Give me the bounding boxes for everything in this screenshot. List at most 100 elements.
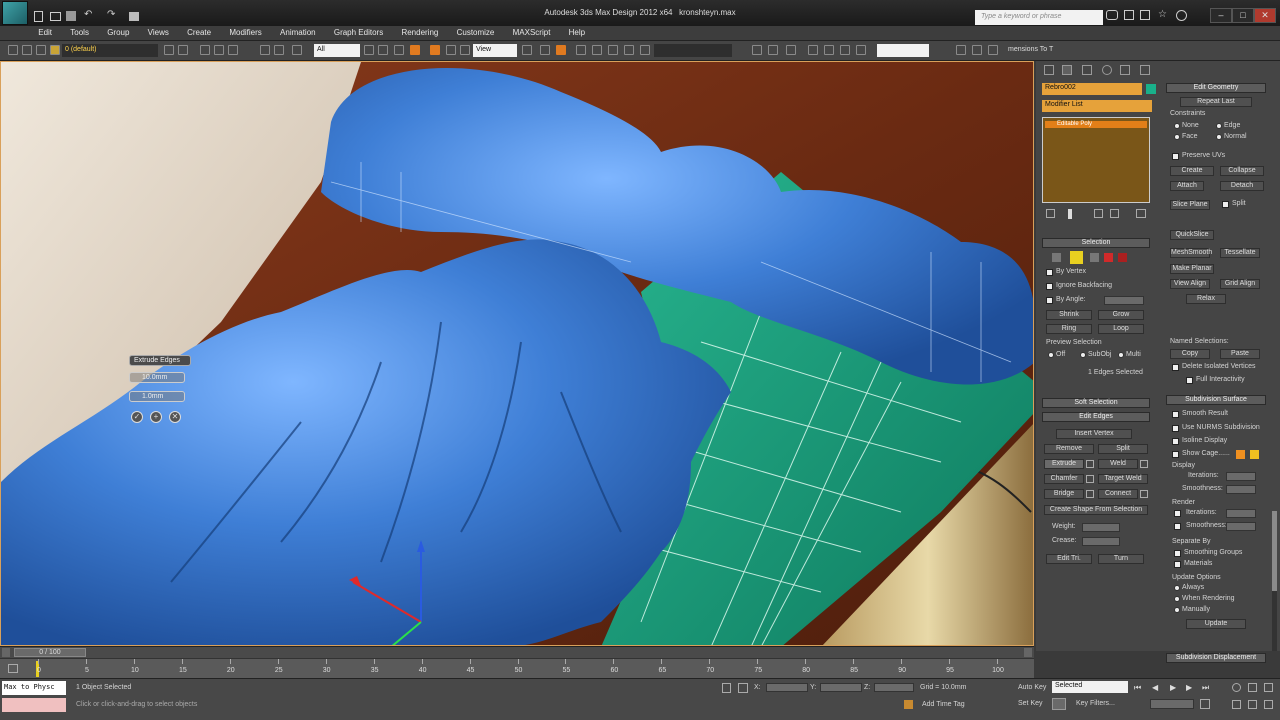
rect-region-icon[interactable] (394, 45, 404, 55)
make-unique-icon[interactable] (1094, 209, 1103, 218)
caddy-title[interactable]: Extrude Edges (129, 355, 191, 366)
layer-freeze-icon[interactable] (36, 45, 46, 55)
go-to-start-icon[interactable]: ⏮ (1134, 683, 1141, 693)
caddy-height-field[interactable]: 10.0mm (129, 372, 185, 383)
auto-key-label[interactable]: Auto Key (1018, 684, 1046, 691)
split-checkbox[interactable] (1222, 201, 1229, 208)
schematic-view-icon[interactable] (840, 45, 850, 55)
ignore-backfacing-checkbox[interactable] (1046, 283, 1053, 290)
unlink-selection-icon[interactable] (274, 45, 284, 55)
connect-button[interactable]: Connect (1098, 489, 1138, 499)
modifier-list-dropdown[interactable]: Modifier List (1042, 100, 1152, 112)
crease-spinner[interactable] (1082, 537, 1120, 546)
caddy-ok-button[interactable]: ✓ (131, 411, 143, 423)
maxscript-listener[interactable]: Max to Physc (2, 681, 66, 695)
split-button[interactable]: Split (1098, 444, 1148, 454)
caddy-cancel-button[interactable]: ✕ (169, 411, 181, 423)
show-cage-checkbox[interactable] (1172, 451, 1179, 458)
repeat-last-button[interactable]: Repeat Last (1180, 97, 1252, 107)
render-smoothness-spinner[interactable] (1226, 522, 1256, 531)
update-button[interactable]: Update (1186, 619, 1246, 629)
constraint-normal-radio[interactable] (1216, 134, 1222, 140)
smoothing-groups-checkbox[interactable] (1174, 550, 1181, 557)
edit-geometry-rollout[interactable]: Edit Geometry (1166, 83, 1266, 93)
subscription-icon[interactable] (1124, 10, 1134, 20)
render-production-icon[interactable] (988, 45, 998, 55)
attach-button[interactable]: Attach (1170, 181, 1204, 191)
target-weld-button[interactable]: Target Weld (1098, 474, 1148, 484)
create-button[interactable]: Create (1170, 166, 1214, 176)
graphite-toggle-icon[interactable] (808, 45, 818, 55)
constraint-edge-radio[interactable] (1216, 123, 1222, 129)
selection-rollout[interactable]: Selection (1042, 238, 1150, 248)
play-icon[interactable]: ▶ (1170, 683, 1176, 692)
link-icon[interactable] (200, 45, 210, 55)
select-by-layer-icon[interactable] (178, 45, 188, 55)
render-preset-dropdown[interactable] (877, 44, 929, 57)
transform-mode-icon[interactable] (738, 683, 748, 693)
zoom-icon[interactable] (1232, 683, 1241, 692)
bridge-button[interactable]: Bridge (1044, 489, 1084, 499)
connect-settings-icon[interactable] (1140, 490, 1148, 498)
menu-rendering[interactable]: Rendering (393, 26, 446, 39)
select-rotate-icon[interactable] (446, 45, 456, 55)
show-end-result-icon[interactable] (1068, 209, 1072, 219)
subdivision-surface-rollout[interactable]: Subdivision Surface (1166, 395, 1266, 405)
menu-customize[interactable]: Customize (449, 26, 503, 39)
menu-graph-editors[interactable]: Graph Editors (326, 26, 391, 39)
constraint-face-radio[interactable] (1174, 134, 1180, 140)
edit-tri-button[interactable]: Edit Tri. (1046, 554, 1092, 564)
layer-manager-icon[interactable] (8, 45, 18, 55)
layer-explorer-icon[interactable] (786, 45, 796, 55)
select-by-name-icon[interactable] (378, 45, 388, 55)
subdivision-displacement-rollout-bottom[interactable]: Subdivision Displacement (1166, 653, 1266, 663)
border-mode-icon[interactable] (1090, 253, 1099, 262)
collapse-button[interactable]: Collapse (1220, 166, 1264, 176)
by-vertex-checkbox[interactable] (1046, 269, 1053, 276)
tessellate-button[interactable]: Tessellate (1220, 248, 1260, 258)
insert-vertex-button[interactable]: Insert Vertex (1056, 429, 1132, 439)
make-planar-button[interactable]: Make Planar (1170, 264, 1214, 274)
menu-views[interactable]: Views (140, 26, 177, 39)
pivot-center-icon[interactable] (522, 45, 532, 55)
relax-button[interactable]: Relax (1186, 294, 1226, 304)
x-coord-field[interactable] (766, 683, 808, 692)
grid-align-button[interactable]: Grid Align (1220, 279, 1260, 289)
menu-create[interactable]: Create (179, 26, 219, 39)
copy-button[interactable]: Copy (1170, 349, 1210, 359)
meshsmooth-button[interactable]: MeshSmooth (1170, 248, 1212, 258)
pin-stack-icon[interactable] (1046, 209, 1055, 218)
perspective-viewport[interactable]: Extrude Edges 10.0mm 1.0mm ✓ + ✕ (0, 61, 1034, 646)
quickslice-button[interactable]: QuickSlice (1170, 230, 1214, 240)
max-toggle-icon[interactable] (1264, 700, 1273, 709)
smooth-result-checkbox[interactable] (1172, 411, 1179, 418)
preview-multi-radio[interactable] (1118, 352, 1124, 358)
communication-icon[interactable] (1140, 10, 1150, 20)
menu-help[interactable]: Help (561, 26, 593, 39)
manipulate-icon[interactable] (540, 45, 550, 55)
menu-modifiers[interactable]: Modifiers (221, 26, 269, 39)
render-iterations-spinner[interactable] (1226, 509, 1256, 518)
element-mode-icon[interactable] (1118, 253, 1127, 262)
rendered-frame-icon[interactable] (972, 45, 982, 55)
configure-sets-icon[interactable] (1136, 209, 1146, 218)
caddy-apply-button[interactable]: + (150, 411, 162, 423)
spinner-snap-icon[interactable] (624, 45, 634, 55)
soft-selection-rollout[interactable]: Soft Selection (1042, 398, 1150, 408)
open-mini-curve-icon[interactable] (8, 664, 18, 673)
preview-off-radio[interactable] (1048, 352, 1054, 358)
delete-isolated-checkbox[interactable] (1172, 364, 1179, 371)
bridge-settings-icon[interactable] (1086, 490, 1094, 498)
display-iterations-spinner[interactable] (1226, 472, 1256, 481)
update-when-rendering-radio[interactable] (1174, 596, 1180, 602)
stack-item-editable-poly[interactable]: Editable Poly (1045, 121, 1147, 128)
go-to-end-icon[interactable]: ⏭ (1202, 683, 1209, 693)
search-input[interactable]: Type a keyword or phrase (975, 10, 1103, 25)
preview-subobj-radio[interactable] (1080, 352, 1086, 358)
favorites-icon[interactable]: ☆ (1158, 9, 1167, 20)
panel-scroll-thumb[interactable] (1272, 511, 1277, 591)
full-interactivity-checkbox[interactable] (1186, 377, 1193, 384)
weld-settings-icon[interactable] (1140, 460, 1148, 468)
time-slider[interactable]: 0 / 100 (0, 646, 1034, 658)
keyboard-shortcut-icon[interactable] (556, 45, 566, 55)
